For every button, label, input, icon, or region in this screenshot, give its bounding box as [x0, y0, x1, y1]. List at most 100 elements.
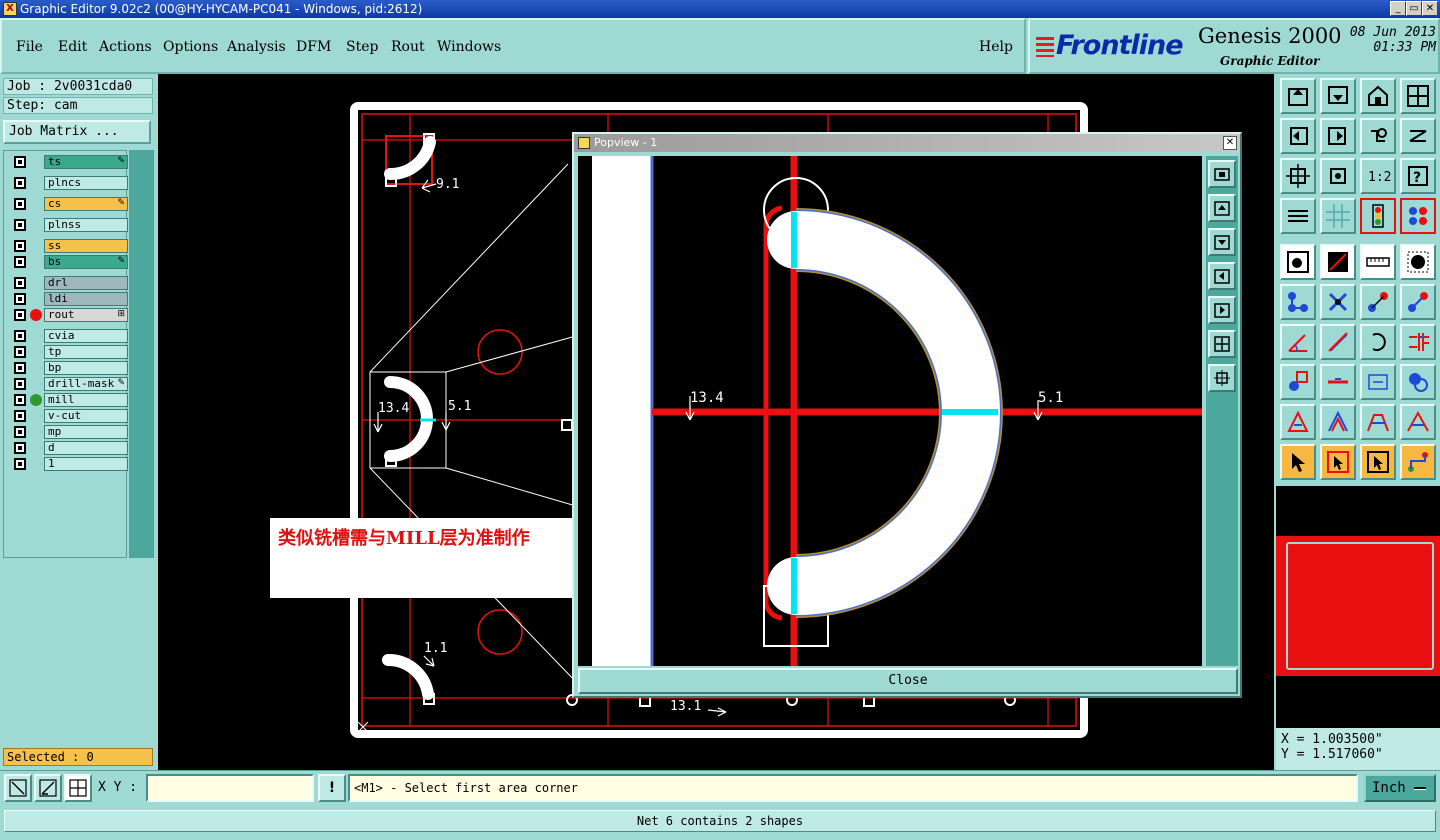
- menu-analysis[interactable]: Analysis: [227, 39, 286, 55]
- rotate-button[interactable]: [1360, 118, 1396, 154]
- layer-checkbox[interactable]: [14, 309, 26, 321]
- select-feature-button[interactable]: [1360, 444, 1396, 480]
- copy-feature-button[interactable]: [1400, 284, 1436, 320]
- layer-row-v-cut[interactable]: v-cut: [8, 409, 128, 423]
- menu-rout[interactable]: Rout: [391, 39, 425, 55]
- triangle-button[interactable]: [1280, 404, 1316, 440]
- layer-name[interactable]: bp: [44, 361, 128, 375]
- layer-checkbox[interactable]: [14, 394, 26, 406]
- home-up-button[interactable]: [1280, 78, 1316, 114]
- popview-close-icon[interactable]: ✕: [1223, 136, 1237, 150]
- layer-name[interactable]: drl: [44, 276, 128, 290]
- trapezoid-button[interactable]: [1360, 404, 1396, 440]
- menu-edit[interactable]: Edit: [58, 39, 87, 55]
- arc-button[interactable]: [1360, 324, 1396, 360]
- measure-button[interactable]: [34, 774, 62, 802]
- layer-checkbox[interactable]: [14, 410, 26, 422]
- dimension-button[interactable]: [1360, 364, 1396, 400]
- menu-options[interactable]: Options: [163, 39, 218, 55]
- grid-button[interactable]: [64, 774, 92, 802]
- layer-checkbox[interactable]: [14, 293, 26, 305]
- layer-row-tp[interactable]: tp: [8, 345, 128, 359]
- layer-name[interactable]: mill: [44, 393, 128, 407]
- close-window-button[interactable]: ✕: [1422, 1, 1438, 16]
- pan-right-button[interactable]: [1320, 118, 1356, 154]
- layer-name[interactable]: rout: [44, 308, 128, 322]
- stub-button[interactable]: [1400, 324, 1436, 360]
- zoom-center-button[interactable]: [1320, 158, 1356, 194]
- layer-checkbox[interactable]: [14, 156, 26, 168]
- grid-button[interactable]: [1320, 198, 1356, 234]
- minimize-button[interactable]: _: [1390, 1, 1406, 16]
- layer-name[interactable]: ss: [44, 239, 128, 253]
- menu-actions[interactable]: Actions: [99, 39, 152, 55]
- home-down-button[interactable]: [1320, 78, 1356, 114]
- layer-checkbox[interactable]: [14, 219, 26, 231]
- trim-line-button[interactable]: [1320, 364, 1356, 400]
- layer-row-1[interactable]: 1: [8, 457, 128, 471]
- help-button[interactable]: ?: [1400, 158, 1436, 194]
- layer-row-mp[interactable]: mp: [8, 425, 128, 439]
- layer-checkbox[interactable]: [14, 277, 26, 289]
- circle-pad-button[interactable]: [1400, 244, 1436, 280]
- popview-pan-up-button[interactable]: [1208, 194, 1236, 222]
- pad-move-button[interactable]: [1280, 364, 1316, 400]
- traffic-light-button[interactable]: [1360, 198, 1396, 234]
- layer-checkbox[interactable]: [14, 442, 26, 454]
- layer-row-rout[interactable]: rout ⊞: [8, 308, 128, 322]
- layer-checkbox[interactable]: [14, 378, 26, 390]
- move-feature-button[interactable]: [1360, 284, 1396, 320]
- layer-name[interactable]: d: [44, 441, 128, 455]
- home-button[interactable]: [1360, 78, 1396, 114]
- circles-button[interactable]: [1400, 364, 1436, 400]
- tools-button[interactable]: [1280, 198, 1316, 234]
- layer-name[interactable]: plnss: [44, 218, 128, 232]
- layer-name[interactable]: drill-mask: [44, 377, 128, 391]
- layer-name[interactable]: ldi: [44, 292, 128, 306]
- units-select[interactable]: Inch: [1364, 774, 1436, 802]
- select-net-button[interactable]: [1400, 444, 1436, 480]
- layer-row-ss[interactable]: ss: [8, 239, 128, 253]
- popview-close-button[interactable]: Close: [578, 668, 1238, 694]
- xy-input[interactable]: [146, 774, 314, 802]
- split-view-button[interactable]: [1400, 78, 1436, 114]
- line-button[interactable]: [1320, 324, 1356, 360]
- shape-break-button[interactable]: [1400, 404, 1436, 440]
- layer-list-scrollbar[interactable]: [129, 150, 154, 558]
- popview-zoom-fit-button[interactable]: [1208, 160, 1236, 188]
- layer-row-cvia[interactable]: cvia: [8, 329, 128, 343]
- menu-step[interactable]: Step: [346, 39, 378, 55]
- layer-name[interactable]: mp: [44, 425, 128, 439]
- layer-checkbox[interactable]: [14, 256, 26, 268]
- layer-row-cs[interactable]: cs ✎: [8, 197, 128, 211]
- layer-checkbox[interactable]: [14, 362, 26, 374]
- triangle-vertex-button[interactable]: [1320, 404, 1356, 440]
- select-pointer-button[interactable]: [1280, 444, 1316, 480]
- menu-help[interactable]: Help: [979, 39, 1013, 55]
- layer-name[interactable]: bs: [44, 255, 128, 269]
- layer-row-d[interactable]: d: [8, 441, 128, 455]
- layer-name[interactable]: tp: [44, 345, 128, 359]
- layer-checkbox[interactable]: [14, 346, 26, 358]
- layer-row-ts[interactable]: ts ✎: [8, 155, 128, 169]
- layer-checkbox[interactable]: [14, 426, 26, 438]
- alert-button[interactable]: !: [318, 774, 346, 802]
- popview-zoom-out-button[interactable]: [1208, 364, 1236, 392]
- job-matrix-button[interactable]: Job Matrix ...: [3, 120, 151, 144]
- layer-checkbox[interactable]: [14, 330, 26, 342]
- popview-pan-left-button[interactable]: [1208, 262, 1236, 290]
- layer-row-bp[interactable]: bp: [8, 361, 128, 375]
- layer-affected-dot-icon[interactable]: [30, 394, 42, 406]
- menu-dfm[interactable]: DFM: [296, 39, 331, 55]
- scale-1-2-button[interactable]: 1:2: [1360, 158, 1396, 194]
- layer-name[interactable]: cs: [44, 197, 128, 211]
- menu-windows[interactable]: Windows: [437, 39, 501, 55]
- layer-row-ldi[interactable]: ldi: [8, 292, 128, 306]
- pad-select-button[interactable]: [1280, 244, 1316, 280]
- select-box-button[interactable]: [1320, 444, 1356, 480]
- angle-button[interactable]: [1280, 324, 1316, 360]
- layer-name[interactable]: 1: [44, 457, 128, 471]
- popview-canvas[interactable]: 13.4 5.1: [578, 156, 1202, 666]
- popview-zoom-in-button[interactable]: [1208, 330, 1236, 358]
- layer-row-mill[interactable]: mill: [8, 393, 128, 407]
